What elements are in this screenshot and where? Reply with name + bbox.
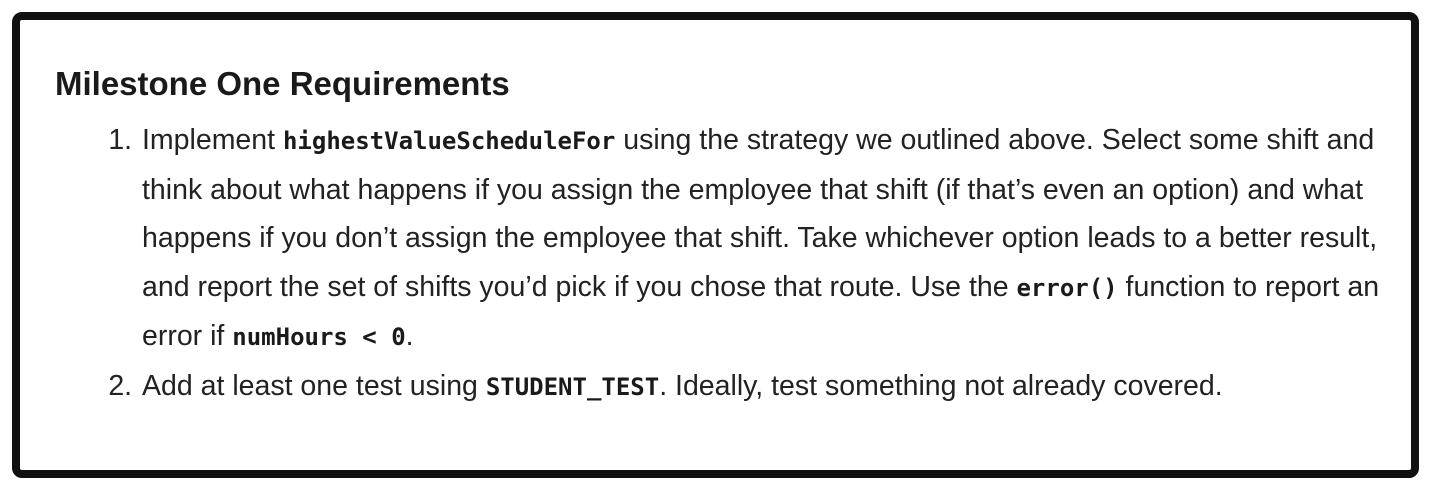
student-test-code: STUDENT_TEST — [485, 372, 660, 401]
requirements-list: Implement highestValueScheduleFor using … — [100, 116, 1410, 411]
condition-code: numHours < 0 — [232, 323, 406, 351]
error-function-code: error() — [1016, 273, 1118, 302]
requirement-1-text-end: . — [405, 320, 414, 352]
requirement-2-text-end: . Ideally, test something not already co… — [659, 369, 1223, 402]
requirement-item-2: Add at least one test using STUDENT_TEST… — [140, 362, 1410, 412]
requirement-1-text-start: Implement — [142, 124, 283, 156]
function-name-code: highestValueScheduleFor — [282, 127, 616, 155]
requirement-2-text-start: Add at least one test using — [142, 369, 486, 402]
requirement-item-1: Implement highestValueScheduleFor using … — [140, 116, 1410, 362]
section-heading: Milestone One Requirements — [55, 65, 510, 102]
requirements-panel: Milestone One Requirements Implement hig… — [12, 12, 1419, 478]
